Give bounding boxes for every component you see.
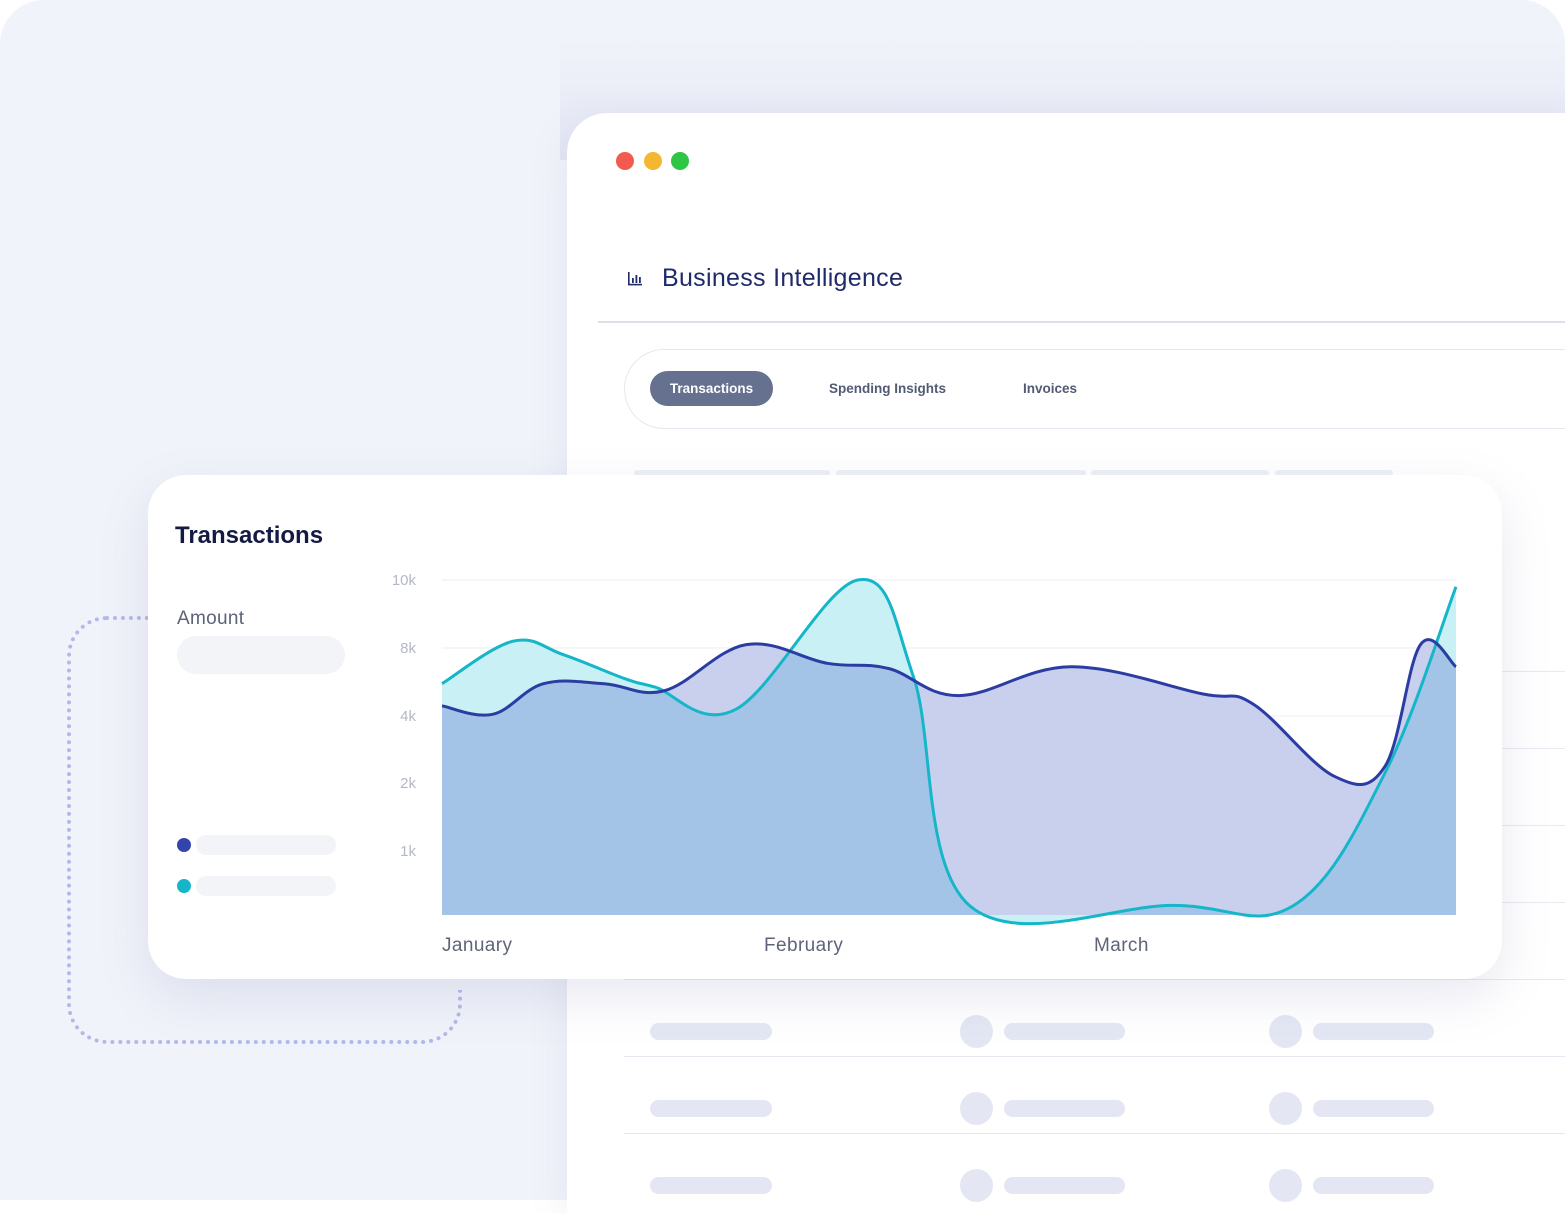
cell-placeholder [650, 1100, 772, 1117]
window-close-button[interactable] [616, 152, 634, 170]
cell-placeholder [1313, 1100, 1434, 1117]
window-minimize-button[interactable] [644, 152, 662, 170]
cell-placeholder [1004, 1023, 1125, 1040]
header-divider [598, 321, 1565, 323]
y-tick-label: 2k [400, 775, 416, 792]
cell-placeholder [1313, 1177, 1434, 1194]
legend-dot-series-1 [177, 838, 191, 852]
cell-placeholder [1313, 1023, 1434, 1040]
x-tick-label: February [764, 935, 843, 956]
tab-spending-insights[interactable]: Spending Insights [805, 371, 970, 406]
row-divider [1502, 671, 1565, 672]
legend-dot-series-2 [177, 879, 191, 893]
avatar-placeholder [960, 1015, 993, 1048]
avatar-placeholder [1269, 1015, 1302, 1048]
x-tick-label: March [1094, 935, 1149, 956]
row-divider [1502, 902, 1565, 903]
row-divider [1502, 825, 1565, 826]
row-divider [1502, 748, 1565, 749]
transactions-chart: 10k 8k 4k 2k 1k January February March [392, 572, 1458, 956]
tab-invoices[interactable]: Invoices [1000, 371, 1100, 406]
amount-value-placeholder [177, 636, 345, 674]
avatar-placeholder [1269, 1092, 1302, 1125]
row-divider [624, 1056, 1565, 1057]
page-title: Business Intelligence [662, 264, 904, 292]
cell-placeholder [1004, 1177, 1125, 1194]
row-divider [624, 979, 1565, 980]
bar-chart-icon [628, 272, 642, 286]
y-tick-label: 10k [392, 572, 417, 589]
avatar-placeholder [960, 1169, 993, 1202]
avatar-placeholder [960, 1092, 993, 1125]
cell-placeholder [1004, 1100, 1125, 1117]
cell-placeholder [650, 1023, 772, 1040]
card-title: Transactions [175, 522, 324, 549]
x-tick-label: January [442, 935, 512, 956]
y-tick-label: 4k [400, 708, 416, 725]
amount-label: Amount [177, 608, 245, 629]
legend-label-placeholder [196, 876, 336, 896]
window-maximize-button[interactable] [671, 152, 689, 170]
y-tick-label: 1k [400, 843, 416, 860]
avatar-placeholder [1269, 1169, 1302, 1202]
cell-placeholder [650, 1177, 772, 1194]
legend-label-placeholder [196, 835, 336, 855]
y-tick-label: 8k [400, 640, 416, 657]
tab-transactions[interactable]: Transactions [650, 371, 773, 406]
row-divider [624, 1133, 1565, 1134]
